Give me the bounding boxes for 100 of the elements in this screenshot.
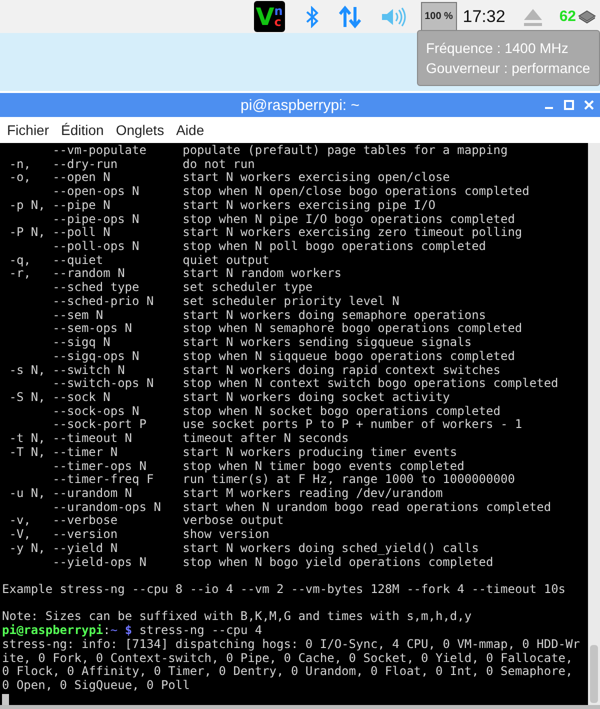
option-description: verbose output: [182, 514, 284, 528]
terminal-output-line: 0 Open, 0 SigQueue, 0 Poll: [2, 679, 190, 693]
option-description: run timer(s) at F Hz, range 1000 to 1000000000: [182, 473, 515, 487]
chip-icon[interactable]: [578, 10, 596, 24]
short-option-label: -P N,: [9, 225, 46, 240]
option-name: --yield N: [52, 540, 118, 555]
option-name: --timer-ops N: [52, 458, 146, 473]
prompt-path: ~: [110, 624, 118, 638]
option-name: --sem N: [52, 308, 104, 322]
menu-item[interactable]: Fichier: [7, 122, 50, 138]
option-description: start N workers doing socket activity: [182, 390, 450, 405]
option-name: --sigq-ops N: [52, 348, 140, 363]
option-description: start when N urandom bogo read operations completed: [182, 500, 552, 514]
option-description: start N workers doing rapid context switches: [182, 364, 500, 378]
option-description: timeout after N seconds: [182, 432, 349, 446]
short-option-label: -S N,: [9, 390, 46, 404]
option-name: --urandom N: [52, 486, 132, 500]
cpu-usage-monitor[interactable]: 100 %: [420, 2, 457, 32]
option-name: --sock N: [52, 390, 110, 404]
option-description: stop when N open/close bogo operations completed: [182, 185, 530, 199]
option-name: --sched-prio N: [52, 294, 154, 308]
option-description: stop when N siqqueue bogo operations completed: [182, 350, 515, 364]
option-description: start N workers doing sched_yield() calls: [182, 542, 479, 556]
option-description: start N workers exercising pipe I/O: [182, 198, 436, 213]
option-description: stop when N semaphore bogo operations completed: [182, 322, 522, 336]
option-description: start N random workers: [182, 267, 342, 282]
option-name: --pipe-ops N: [52, 212, 140, 226]
tooltip-line: Gouverneur : performance: [426, 59, 592, 78]
short-option-label: -n,: [9, 156, 31, 171]
option-name: --sched type: [52, 280, 140, 294]
close-icon[interactable]: [584, 100, 594, 110]
option-name: --urandom-ops N: [52, 500, 161, 514]
option-name: --open-ops N: [52, 184, 140, 198]
option-name: --random N: [52, 266, 125, 280]
maximize-icon[interactable]: [564, 100, 574, 110]
terminal-output-line: stress-ng: info: [7134] dispatching hogs: 0 I/O-Sync, 4 CPU, 0 VM-mmap, 0 HDD-Wr: [2, 638, 580, 652]
eject-icon[interactable]: [523, 6, 544, 26]
option-name: --vm-populate: [52, 143, 146, 157]
option-name: --dry-run: [52, 156, 118, 171]
option-name: --yield-ops N: [52, 554, 146, 569]
option-description: set scheduler type: [182, 281, 313, 295]
option-description: stop when N pipe I/O bogo operations completed: [182, 212, 515, 226]
short-option-label: -t N,: [9, 431, 46, 446]
option-name: --switch-ops N: [52, 376, 154, 390]
short-option-label: -o,: [9, 170, 31, 184]
terminal-output-line: 0 Flock, 0 Affinity, 0 Timer, 0 Dentry, 0 Urandom, 0 Float, 0 Int, 0 Semaphore,: [2, 665, 573, 680]
option-description: stop when N timer bogo events completed: [182, 460, 464, 474]
scrollbar-thumb[interactable]: [590, 645, 598, 703]
option-description: stop when N socket bogo operations completed: [182, 404, 500, 418]
option-name: --sem-ops N: [52, 321, 132, 336]
option-name: --open N: [52, 170, 110, 184]
clock[interactable]: 17:32: [462, 6, 506, 26]
option-description: start M workers reading /dev/urandom: [182, 486, 443, 501]
option-description: use socket ports P to P + number of workers - 1: [182, 418, 522, 432]
option-description: stop when N bogo yield operations completed: [182, 556, 494, 570]
short-option-label: -q,: [9, 252, 31, 267]
prompt-separator: :: [103, 624, 110, 638]
speaker-icon[interactable]: [380, 6, 407, 26]
short-option-label: -y N,: [9, 540, 46, 555]
option-name: --sock-port P: [52, 417, 146, 432]
option-name: --version: [52, 527, 118, 542]
scrollbar[interactable]: [588, 143, 600, 705]
menu-item[interactable]: Aide: [176, 122, 204, 138]
option-description: start N workers producing timer events: [182, 446, 458, 460]
network-arrows-icon[interactable]: [338, 4, 361, 28]
terminal-output-line: ite, 0 Fork, 0 Context-switch, 0 Pipe, 0 Cache, 0 Socket, 0 Yield, 0 Fallocate,: [2, 652, 573, 666]
terminal-output-line: Note: Sizes can be suffixed with B,K,M,G and times with s,m,h,d,y: [2, 610, 472, 624]
short-option-label: -T N,: [9, 444, 46, 459]
option-name: --sock-ops N: [52, 404, 140, 418]
terminal-output-line: Example stress-ng --cpu 8 --io 4 --vm 2 --vm-bytes 128M --fork 4 --timeout 10s: [2, 583, 566, 597]
option-description: start N workers sending sigqueue signals: [182, 336, 472, 350]
menu-item[interactable]: Édition: [61, 122, 104, 138]
command-text: stress-ng --cpu 4: [139, 624, 262, 638]
option-description: stop when N poll bogo operations completed: [182, 240, 486, 254]
option-name: --poll-ops N: [52, 239, 140, 254]
option-description: stop when N context switch bogo operations completed: [182, 377, 558, 391]
short-option-label: -u N,: [9, 486, 46, 500]
short-option-label: -v,: [9, 513, 31, 528]
bluetooth-icon[interactable]: [304, 6, 319, 28]
option-name: --switch N: [52, 362, 125, 376]
option-name: --timer-freq F: [52, 472, 154, 486]
short-option-label: -s N,: [9, 362, 46, 376]
option-name: --pipe N: [52, 198, 110, 212]
short-option-label: -r,: [9, 266, 31, 280]
option-description: show version: [182, 528, 270, 542]
option-description: do not run: [182, 158, 255, 172]
short-option-label: -p N,: [9, 198, 46, 212]
prompt-symbol: $: [124, 624, 132, 638]
tooltip-line: Fréquence : 1400 MHz: [426, 39, 570, 58]
option-description: quiet output: [182, 254, 270, 268]
option-name: --verbose: [52, 513, 118, 528]
window-title: pi@raspberrypi: ~: [240, 96, 360, 114]
short-option-label: -V,: [9, 527, 31, 542]
option-description: start N workers exercising zero timeout polling: [182, 226, 522, 240]
option-name: --timer N: [52, 444, 118, 459]
option-name: --sigq N: [52, 335, 110, 350]
menu-item[interactable]: Onglets: [116, 122, 164, 138]
option-description: start N workers doing semaphore operations: [182, 308, 486, 322]
option-name: --timeout N: [52, 431, 132, 446]
option-description: populate (prefault) page tables for a mapping: [182, 144, 508, 158]
